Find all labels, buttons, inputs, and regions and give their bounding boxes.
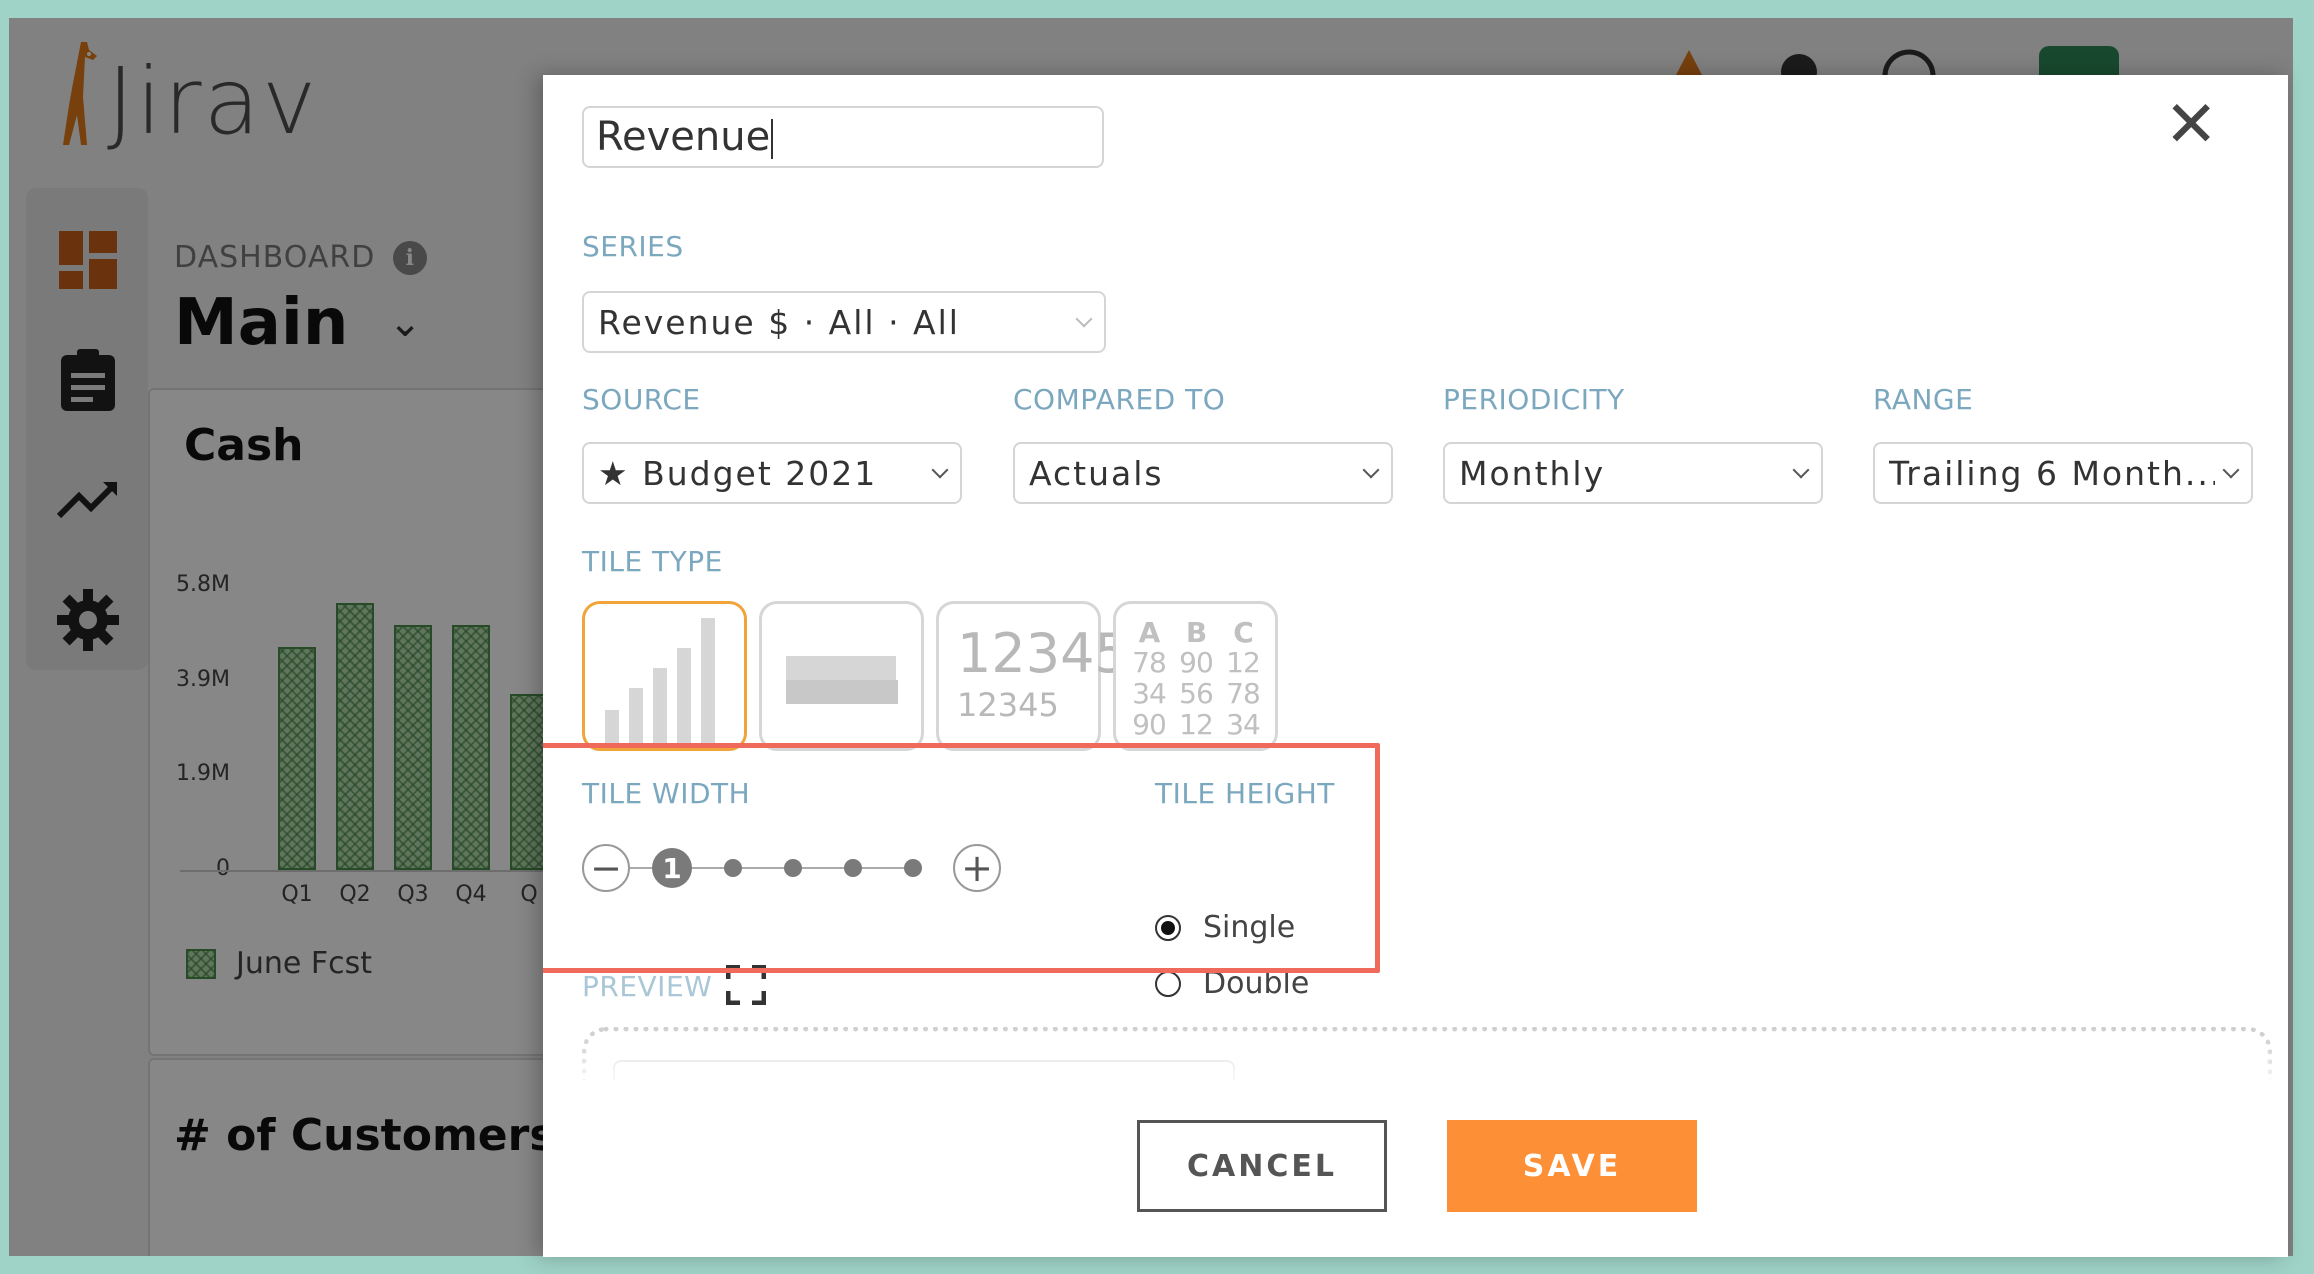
series-value: Revenue $ · All · All <box>598 302 960 342</box>
range-select[interactable]: Trailing 6 Month... <box>1873 442 2253 504</box>
tile-type-table[interactable]: A B C 78 90 12 34 56 78 90 12 34 <box>1113 601 1278 751</box>
modal-footer <box>543 1080 2288 1257</box>
table-header: A <box>1138 616 1161 649</box>
source-value: ★ Budget 2021 <box>598 453 878 493</box>
table-cell: 12 <box>1179 708 1214 741</box>
table-cell: 34 <box>1132 677 1167 710</box>
tile-type-number[interactable]: 12345 12345 <box>936 601 1129 751</box>
periodicity-value: Monthly <box>1459 453 1606 493</box>
periodicity-select[interactable]: Monthly <box>1443 442 1823 504</box>
edit-tile-modal: ✕ Revenue SERIES Revenue $ · All · All S… <box>543 75 2288 1257</box>
source-label: SOURCE <box>582 383 701 416</box>
table-cell: 78 <box>1226 677 1261 710</box>
table-cell: 90 <box>1132 708 1167 741</box>
range-value: Trailing 6 Month... <box>1889 453 2215 493</box>
series-select[interactable]: Revenue $ · All · All <box>582 291 1106 353</box>
series-label: SERIES <box>582 230 684 263</box>
save-button[interactable]: SAVE <box>1447 1120 1697 1212</box>
table-cell: 34 <box>1226 708 1261 741</box>
compared-to-label: COMPARED TO <box>1013 383 1226 416</box>
number-tile-big: 12345 <box>957 622 1129 685</box>
table-header: B <box>1185 616 1207 649</box>
chevron-down-icon <box>1362 461 1380 479</box>
close-icon[interactable]: ✕ <box>2164 93 2218 157</box>
chevron-down-icon <box>1075 310 1093 328</box>
preview-label: PREVIEW <box>582 970 713 1003</box>
compared-to-value: Actuals <box>1029 453 1164 493</box>
chevron-down-icon <box>2222 461 2240 479</box>
tile-title-value: Revenue <box>596 114 771 160</box>
tile-type-bar-chart[interactable] <box>582 601 747 751</box>
table-cell: 90 <box>1179 646 1214 679</box>
text-caret <box>771 119 774 159</box>
source-select[interactable]: ★ Budget 2021 <box>582 442 962 504</box>
range-label: RANGE <box>1873 383 1974 416</box>
horizontal-bar-icon <box>786 656 898 704</box>
annotation-highlight-box <box>543 743 1380 973</box>
bar-chart-icon <box>605 618 715 748</box>
tile-type-horizontal-bar[interactable] <box>759 601 924 751</box>
number-tile-small: 12345 <box>957 686 1059 724</box>
chevron-down-icon <box>1792 461 1810 479</box>
tile-title-input[interactable]: Revenue <box>582 106 1104 168</box>
table-cell: 78 <box>1132 646 1167 679</box>
tile-type-label: TILE TYPE <box>582 545 723 578</box>
table-header: C <box>1233 616 1254 649</box>
periodicity-label: PERIODICITY <box>1443 383 1625 416</box>
chevron-down-icon <box>931 461 949 479</box>
radio-double[interactable] <box>1155 970 1181 997</box>
table-cell: 56 <box>1179 677 1214 710</box>
table-cell: 12 <box>1226 646 1261 679</box>
compared-to-select[interactable]: Actuals <box>1013 442 1393 504</box>
cancel-button[interactable]: CANCEL <box>1137 1120 1387 1212</box>
